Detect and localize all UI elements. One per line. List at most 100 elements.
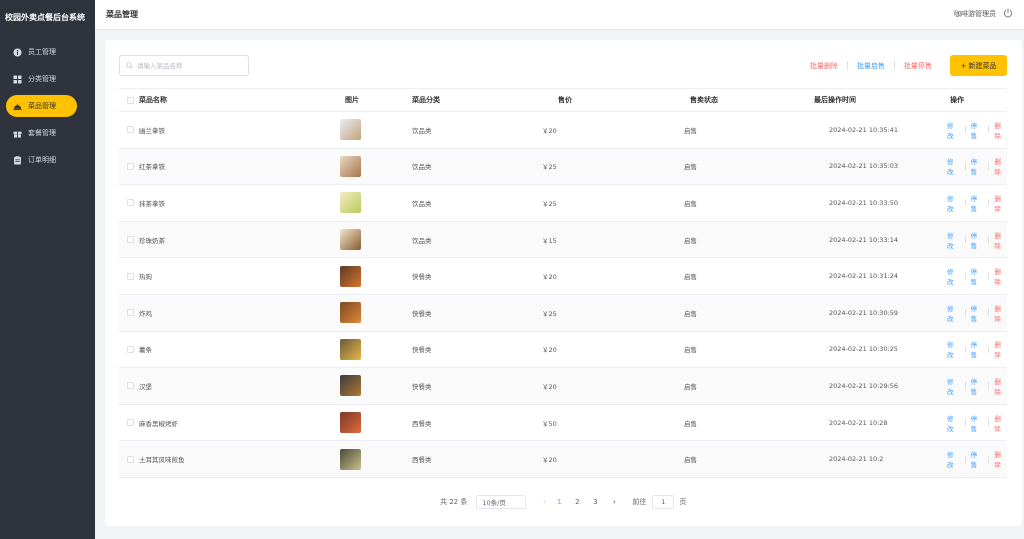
dish-name: 幽兰拿铁	[139, 126, 165, 135]
op-divider	[988, 345, 990, 353]
dish-status: 启售	[684, 236, 697, 245]
batch-delete-button[interactable]: 批量删除	[801, 61, 847, 71]
edit-button[interactable]: 修改	[947, 193, 960, 213]
row-checkbox[interactable]	[127, 345, 134, 353]
user-name[interactable]: 咖啡游管理员	[954, 9, 996, 19]
new-dish-button[interactable]: + 新建菜品	[950, 55, 1007, 76]
delete-button[interactable]: 删除	[994, 156, 1007, 176]
sidebar-item-label: 分类管理	[28, 75, 56, 83]
search-box	[119, 55, 249, 76]
edit-button[interactable]: 修改	[947, 120, 960, 140]
next-page-icon[interactable]: ›	[608, 498, 620, 506]
delete-button[interactable]: 删除	[994, 413, 1007, 433]
prev-page-icon[interactable]: ‹	[538, 498, 550, 506]
op-divider	[988, 272, 990, 280]
dish-category: 饮品类	[412, 163, 432, 172]
page-number[interactable]: 3	[586, 498, 604, 506]
delete-button[interactable]: 删除	[994, 303, 1007, 323]
dish-price: ￥50	[542, 419, 557, 428]
sidebar-item-dishes[interactable]: 菜品管理	[6, 95, 77, 117]
row-checkbox[interactable]	[127, 309, 134, 317]
row-checkbox[interactable]	[127, 162, 134, 170]
table-row: 麻香黑椒烤虾 西餐类 ￥50 启售 2024-02-21 10:28 修改 停售 删除	[119, 405, 1007, 442]
page-title: 菜品管理	[106, 10, 138, 19]
op-divider	[964, 199, 966, 207]
edit-button[interactable]: 修改	[947, 303, 960, 323]
delete-button[interactable]: 删除	[994, 266, 1007, 286]
dish-category: 饮品类	[412, 199, 432, 208]
disable-button[interactable]: 停售	[971, 120, 984, 140]
dish-updated-time: 2024-02-21 10:33:50	[829, 198, 899, 207]
row-checkbox[interactable]	[127, 455, 134, 463]
dish-updated-time: 2024-02-21 10:30:25	[829, 345, 899, 354]
disable-button[interactable]: 停售	[971, 413, 984, 433]
dish-name: 炸鸡	[139, 309, 152, 318]
disable-button[interactable]: 停售	[971, 303, 984, 323]
select-all-checkbox[interactable]	[127, 96, 134, 104]
row-checkbox[interactable]	[127, 199, 134, 207]
dish-price: ￥20	[542, 273, 557, 282]
sidebar-item-label: 菜品管理	[28, 102, 56, 110]
power-icon[interactable]	[1003, 8, 1013, 18]
table-row: 薯条 快餐类 ￥20 启售 2024-02-21 10:30:25 修改 停售 删除	[119, 332, 1007, 369]
delete-button[interactable]: 删除	[994, 230, 1007, 250]
disable-button[interactable]: 停售	[971, 230, 984, 250]
table-body: 幽兰拿铁 饮品类 ￥20 启售 2024-02-21 10:35:41 修改 停售 删除 红茶拿…	[119, 112, 1007, 478]
delete-button[interactable]: 删除	[994, 376, 1007, 396]
dish-status: 启售	[684, 309, 697, 318]
delete-button[interactable]: 删除	[994, 193, 1007, 213]
sidebar-item-orders[interactable]: 订单明细	[6, 149, 77, 171]
edit-button[interactable]: 修改	[947, 156, 960, 176]
dish-updated-time: 2024-02-21 10:29:56	[829, 381, 899, 390]
dish-thumbnail	[340, 229, 361, 251]
dish-price: ￥20	[542, 382, 557, 391]
edit-button[interactable]: 修改	[947, 376, 960, 396]
sidebar-item-employees[interactable]: 员工管理	[6, 41, 77, 63]
row-checkbox[interactable]	[127, 236, 134, 244]
sidebar-item-combos[interactable]: 套餐管理	[6, 122, 77, 144]
page-number[interactable]: 2	[568, 498, 586, 506]
disable-button[interactable]: 停售	[971, 193, 984, 213]
disable-button[interactable]: 停售	[971, 376, 984, 396]
delete-button[interactable]: 删除	[994, 120, 1007, 140]
op-divider	[964, 309, 966, 317]
batch-enable-button[interactable]: 批量启售	[848, 61, 894, 71]
goto-page-input[interactable]	[652, 495, 675, 509]
page-size-select[interactable]: 10条/页	[476, 495, 527, 509]
dish-category: 饮品类	[412, 126, 432, 135]
dish-status: 启售	[684, 419, 697, 428]
edit-button[interactable]: 修改	[947, 413, 960, 433]
edit-button[interactable]: 修改	[947, 449, 960, 469]
column-header-ops: 操作	[950, 96, 964, 104]
delete-button[interactable]: 删除	[994, 449, 1007, 469]
disable-button[interactable]: 停售	[971, 266, 984, 286]
dish-status: 启售	[684, 273, 697, 282]
row-checkbox[interactable]	[127, 272, 134, 280]
search-input[interactable]	[137, 61, 247, 70]
dish-thumbnail	[340, 412, 361, 434]
dish-category: 快餐类	[412, 309, 432, 318]
delete-button[interactable]: 删除	[994, 339, 1007, 359]
dish-name: 热狗	[139, 273, 152, 282]
edit-button[interactable]: 修改	[947, 266, 960, 286]
table-row: 珍珠奶茶 饮品类 ￥15 启售 2024-02-21 10:33:14 修改 停售 删除	[119, 221, 1007, 259]
edit-button[interactable]: 修改	[947, 339, 960, 359]
row-checkbox[interactable]	[127, 126, 134, 134]
batch-disable-button[interactable]: 批量停售	[895, 61, 941, 71]
gift-icon	[13, 129, 22, 138]
page-number[interactable]: 1	[550, 498, 568, 506]
op-divider	[988, 199, 990, 207]
disable-button[interactable]: 停售	[971, 156, 984, 176]
goto-suffix: 页	[679, 498, 687, 506]
disable-button[interactable]: 停售	[971, 339, 984, 359]
dish-name: 珍珠奶茶	[139, 236, 165, 245]
row-checkbox[interactable]	[127, 382, 134, 390]
op-divider	[964, 272, 966, 280]
table-row: 幽兰拿铁 饮品类 ￥20 启售 2024-02-21 10:35:41 修改 停售 删除	[119, 112, 1007, 149]
sidebar-item-categories[interactable]: 分类管理	[6, 68, 77, 90]
dish-thumbnail	[340, 265, 361, 287]
disable-button[interactable]: 停售	[971, 449, 984, 469]
dish-name: 土耳其风味煎鱼	[139, 456, 185, 465]
row-checkbox[interactable]	[127, 419, 134, 427]
edit-button[interactable]: 修改	[947, 230, 960, 250]
